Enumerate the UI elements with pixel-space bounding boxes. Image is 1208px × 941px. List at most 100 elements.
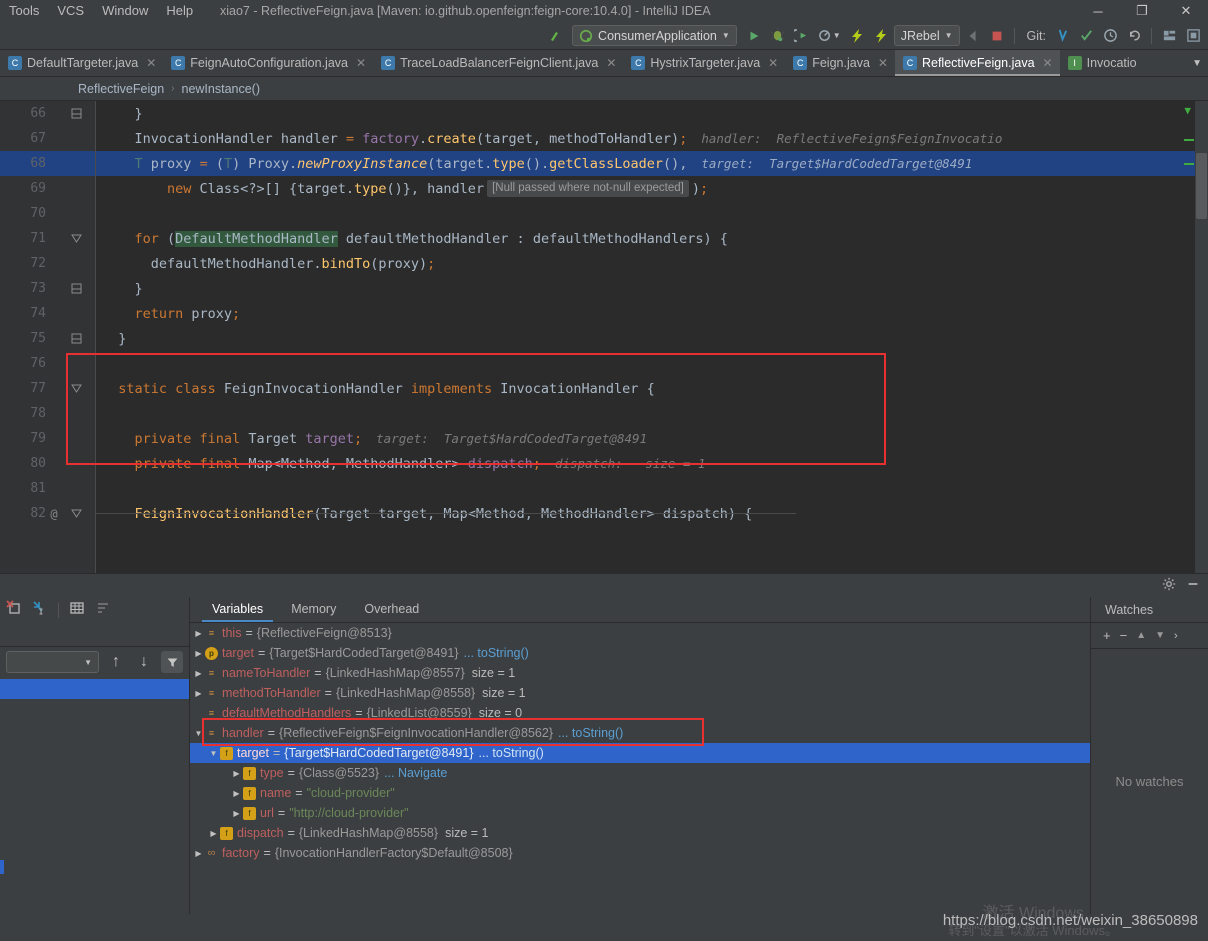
breadcrumb-class[interactable]: ReflectiveFeign bbox=[78, 82, 164, 96]
git-update-icon[interactable] bbox=[1051, 25, 1073, 47]
expand-arrow-icon[interactable]: ▶ bbox=[192, 849, 205, 858]
tab-overhead[interactable]: Overhead bbox=[350, 597, 433, 622]
menu-item-window[interactable]: Window bbox=[93, 0, 157, 22]
tab-feign[interactable]: C Feign.java ✕ bbox=[785, 50, 895, 76]
variable-row-factory[interactable]: ▶ ∞ factory = {InvocationHandlerFactory$… bbox=[190, 843, 1090, 863]
fold-start-icon[interactable] bbox=[70, 507, 83, 520]
variable-row-handler[interactable]: ▼ ≡ handler = {ReflectiveFeign$FeignInvo… bbox=[190, 723, 1090, 743]
chevron-down-icon[interactable]: ▼ bbox=[833, 31, 841, 40]
tab-invocation[interactable]: I Invocatio bbox=[1060, 50, 1144, 76]
code-line-80[interactable]: private final Map<Method, MethodHandler>… bbox=[96, 451, 1208, 476]
expand-arrow-icon[interactable]: ▶ bbox=[192, 689, 205, 698]
expand-arrow-icon[interactable]: ▶ bbox=[192, 669, 205, 678]
variable-row-this[interactable]: ▶ ≡ this = {ReflectiveFeign@8513} bbox=[190, 623, 1090, 643]
editor-vertical-scrollbar[interactable] bbox=[1195, 101, 1208, 573]
code-editor[interactable]: 66 67 68 69 70 71 72 73 74 75 76 77 78 7… bbox=[0, 101, 1208, 573]
variable-row-target-param[interactable]: ▶ p target = {Target$HardCodedTarget@849… bbox=[190, 643, 1090, 663]
close-icon[interactable]: ✕ bbox=[146, 56, 156, 70]
chevron-down-icon[interactable]: ▼ bbox=[722, 31, 730, 40]
gutter-line-current[interactable]: 68 bbox=[0, 151, 96, 176]
jrebel-selector[interactable]: JRebel ▼ bbox=[893, 25, 960, 46]
gear-icon[interactable] bbox=[1162, 577, 1176, 594]
scrollbar-thumb[interactable] bbox=[1196, 153, 1207, 219]
gutter-line[interactable]: 71 bbox=[0, 226, 96, 251]
tab-feignautoconfiguration[interactable]: C FeignAutoConfiguration.java ✕ bbox=[163, 50, 373, 76]
expand-arrow-icon[interactable]: ▶ bbox=[230, 789, 243, 798]
tab-traceloadbalancerfeignclient[interactable]: C TraceLoadBalancerFeignClient.java ✕ bbox=[373, 50, 623, 76]
code-line-69[interactable]: new Class<?>[] {target. type ()}, handler[… bbox=[96, 176, 1208, 201]
override-annotation-marker[interactable]: @ bbox=[46, 507, 62, 521]
tab-defaulttargeter[interactable]: C DefaultTargeter.java ✕ bbox=[0, 50, 163, 76]
code-line-81[interactable] bbox=[96, 476, 1208, 501]
gutter-line[interactable]: 79 bbox=[0, 426, 96, 451]
close-button[interactable]: ✕ bbox=[1164, 0, 1208, 22]
fold-end-icon[interactable] bbox=[70, 282, 83, 295]
code-line-76[interactable] bbox=[96, 351, 1208, 376]
evaluate-expression-icon[interactable] bbox=[32, 600, 48, 621]
update-arrow-icon[interactable] bbox=[544, 25, 566, 47]
gutter-line[interactable]: 73 bbox=[0, 276, 96, 301]
tab-reflectivefeign[interactable]: C ReflectiveFeign.java ✕ bbox=[894, 50, 1060, 76]
run-icon[interactable] bbox=[743, 25, 765, 47]
jrebel-run-icon[interactable] bbox=[846, 25, 868, 47]
menu-item-help[interactable]: Help bbox=[157, 0, 202, 22]
arrow-up-icon[interactable]: ↑ bbox=[105, 651, 127, 673]
stop-icon[interactable] bbox=[986, 25, 1008, 47]
gutter-line[interactable]: 82 @ bbox=[0, 501, 96, 526]
code-line-72[interactable]: defaultMethodHandler. bindTo(proxy); bbox=[96, 251, 1208, 276]
chevron-down-icon[interactable]: ▼ bbox=[945, 31, 953, 40]
git-commit-icon[interactable] bbox=[1075, 25, 1097, 47]
variable-row-type[interactable]: ▶ f type = {Class@5523} ... Navigate bbox=[190, 763, 1090, 783]
breadcrumb-method[interactable]: newInstance() bbox=[182, 82, 261, 96]
code-line-74[interactable]: return proxy; bbox=[96, 301, 1208, 326]
search-everywhere-icon[interactable] bbox=[1182, 25, 1204, 47]
tabs-overflow-chevron-down-icon[interactable]: ▼ bbox=[1186, 50, 1208, 76]
variable-row-name[interactable]: ▶ f name = "cloud-provider" bbox=[190, 783, 1090, 803]
move-down-icon[interactable]: ▼ bbox=[1155, 630, 1165, 641]
gutter-line[interactable]: 75 bbox=[0, 326, 96, 351]
stack-frame-selected-row[interactable] bbox=[0, 679, 189, 699]
collapse-arrow-icon[interactable]: ▼ bbox=[192, 729, 205, 738]
menu-item-tools[interactable]: Tools bbox=[0, 0, 48, 22]
code-line-71[interactable]: for (DefaultMethodHandler defaultMethodH… bbox=[96, 226, 1208, 251]
gutter-line[interactable]: 80 bbox=[0, 451, 96, 476]
variable-row-nametohandler[interactable]: ▶ ≡ nameToHandler = {LinkedHashMap@8557}… bbox=[190, 663, 1090, 683]
close-icon[interactable]: ✕ bbox=[768, 56, 778, 70]
code-line-75[interactable]: } bbox=[96, 326, 1208, 351]
gutter-line[interactable]: 69 bbox=[0, 176, 96, 201]
expand-arrow-icon[interactable]: ▶ bbox=[192, 649, 205, 658]
close-icon[interactable]: ✕ bbox=[1043, 56, 1053, 70]
tab-hystrixtargeter[interactable]: C HystrixTargeter.java ✕ bbox=[623, 50, 785, 76]
attach-profiler-icon[interactable] bbox=[962, 25, 984, 47]
menu-item-vcs[interactable]: VCS bbox=[48, 0, 93, 22]
expand-arrow-icon[interactable]: ▶ bbox=[207, 829, 220, 838]
gutter-line[interactable]: 72 bbox=[0, 251, 96, 276]
filter-icon[interactable] bbox=[161, 651, 183, 673]
tab-variables[interactable]: Variables bbox=[198, 597, 277, 622]
tab-memory[interactable]: Memory bbox=[277, 597, 350, 622]
fold-end-icon[interactable] bbox=[70, 107, 83, 120]
debug-icon[interactable] bbox=[767, 25, 789, 47]
variable-row-url[interactable]: ▶ f url = "http://cloud-provider" bbox=[190, 803, 1090, 823]
expand-arrow-icon[interactable]: ▶ bbox=[230, 769, 243, 778]
jrebel-debug-icon[interactable] bbox=[870, 25, 892, 47]
fold-start-icon[interactable] bbox=[70, 232, 83, 245]
gutter-line[interactable]: 67 bbox=[0, 126, 96, 151]
fold-end-icon[interactable] bbox=[70, 332, 83, 345]
collapse-arrow-icon[interactable]: ▼ bbox=[207, 749, 220, 758]
add-watch-icon[interactable]: + bbox=[1103, 628, 1111, 643]
gutter-line[interactable]: 70 bbox=[0, 201, 96, 226]
arrow-down-icon[interactable]: ↓ bbox=[133, 651, 155, 673]
code-line-66[interactable]: } bbox=[96, 101, 1208, 126]
gutter-line[interactable]: 78 bbox=[0, 401, 96, 426]
tostring-link[interactable]: ... toString() bbox=[558, 726, 623, 740]
navigate-link[interactable]: ... Navigate bbox=[384, 766, 447, 780]
minimize-button[interactable]: ─ bbox=[1076, 0, 1120, 22]
variable-row-defaultmethodhandlers[interactable]: ≡ defaultMethodHandlers = {LinkedList@85… bbox=[190, 703, 1090, 723]
code-line-73[interactable]: } bbox=[96, 276, 1208, 301]
close-icon[interactable]: ✕ bbox=[606, 56, 616, 70]
inspections-chevron-down-icon[interactable]: ▼ bbox=[1184, 104, 1191, 117]
thread-selector[interactable]: ▼ bbox=[6, 651, 99, 673]
layout-icon[interactable] bbox=[1158, 25, 1180, 47]
gutter-line[interactable]: 66 bbox=[0, 101, 96, 126]
